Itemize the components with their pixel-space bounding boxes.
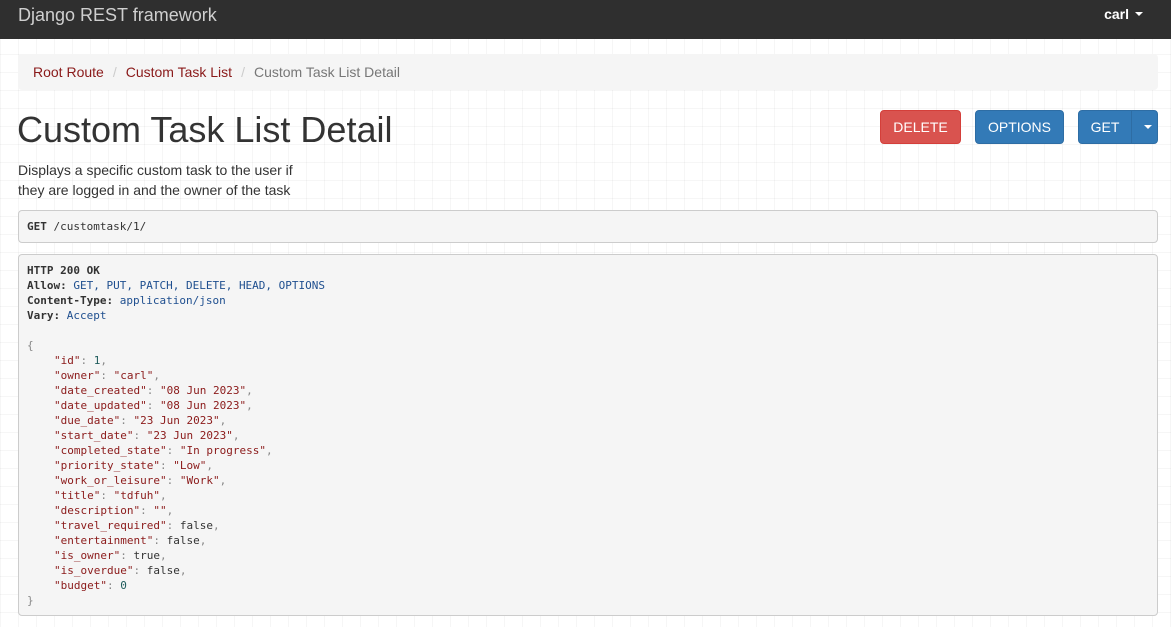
json-key: title: [60, 489, 94, 502]
header-value: Accept: [66, 309, 107, 322]
json-key: budget: [60, 579, 101, 592]
json-field: "is_overdue": false,: [54, 564, 187, 577]
json-field: "title": "tdfuh",: [54, 489, 167, 502]
caret-down-icon: [1135, 12, 1143, 16]
request-path: /customtask/1/: [53, 220, 147, 233]
json-key: id: [60, 354, 74, 367]
description-line: they are logged in and the owner of the …: [18, 182, 291, 198]
json-key: date_updated: [60, 399, 141, 412]
response-headers: Allow: GET, PUT, PATCH, DELETE, HEAD, OP…: [27, 278, 1157, 323]
json-value: carl: [120, 369, 147, 382]
request-info: GET /customtask/1/: [18, 210, 1158, 243]
options-button[interactable]: OPTIONS: [975, 110, 1064, 144]
breadcrumb-active: Custom Task List Detail: [253, 64, 400, 80]
json-close-brace: }: [27, 594, 34, 607]
json-key: travel_required: [60, 519, 160, 532]
json-value: false: [179, 519, 213, 532]
json-value: false: [166, 534, 200, 547]
json-field: "entertainment": false,: [54, 534, 207, 547]
json-value: true: [133, 549, 160, 562]
breadcrumb-separator: /: [112, 64, 117, 80]
json-value: In progress: [186, 444, 260, 457]
json-key: is_overdue: [60, 564, 127, 577]
json-field: "work_or_leisure": "Work",: [54, 474, 227, 487]
json-field: "priority_state": "Low",: [54, 459, 213, 472]
page-description: Displays a specific custom task to the u…: [18, 160, 318, 200]
json-value: false: [146, 564, 180, 577]
json-key: date_created: [60, 384, 141, 397]
header-value: application/json: [119, 294, 226, 307]
json-key: priority_state: [60, 459, 154, 472]
json-value: Work: [186, 474, 213, 487]
json-value: tdfuh: [120, 489, 154, 502]
json-open-brace: {: [27, 339, 34, 352]
json-key: start_date: [60, 429, 127, 442]
json-field: "description": "",: [54, 504, 174, 517]
json-value: 08 Jun 2023: [166, 384, 240, 397]
response-status: HTTP 200 OK: [27, 264, 100, 277]
breadcrumb-custom-task-list[interactable]: Custom Task List: [126, 64, 232, 80]
json-value: 23 Jun 2023: [153, 429, 227, 442]
breadcrumb: Root Route / Custom Task List / Custom T…: [18, 54, 1158, 90]
json-field: "id": 1,: [54, 354, 107, 367]
header-key: Content-Type: [27, 294, 107, 307]
json-key: owner: [60, 369, 94, 382]
header-key: Vary: [27, 309, 54, 322]
json-field: "is_owner": true,: [54, 549, 167, 562]
json-value: 0: [120, 579, 127, 592]
breadcrumb-root-route[interactable]: Root Route: [33, 64, 104, 80]
json-key: work_or_leisure: [60, 474, 160, 487]
json-key: description: [60, 504, 134, 517]
json-value: 23 Jun 2023: [140, 414, 213, 427]
json-field: "date_updated": "08 Jun 2023",: [54, 399, 253, 412]
json-key: completed_state: [60, 444, 160, 457]
json-field: "completed_state": "In progress",: [54, 444, 273, 457]
breadcrumb-separator: /: [241, 64, 245, 80]
json-value: 08 Jun 2023: [166, 399, 240, 412]
description-line: Displays a specific custom task to the u…: [18, 162, 293, 178]
get-format-dropdown-toggle[interactable]: [1131, 110, 1158, 144]
response-info: HTTP 200 OK Allow: GET, PUT, PATCH, DELE…: [18, 254, 1158, 616]
caret-down-icon: [1143, 125, 1152, 129]
user-name: carl: [1104, 6, 1129, 22]
json-field: "due_date": "23 Jun 2023",: [54, 414, 227, 427]
delete-button[interactable]: DELETE: [880, 110, 961, 144]
navbar: Django REST framework carl: [0, 0, 1171, 39]
page-title: Custom Task List Detail: [17, 109, 393, 150]
json-field: "start_date": "23 Jun 2023",: [54, 429, 240, 442]
json-field: "budget": 0: [54, 579, 127, 592]
user-menu-dropdown[interactable]: carl: [1104, 6, 1143, 22]
header-value: GET, PUT, PATCH, DELETE, HEAD, OPTIONS: [73, 279, 326, 292]
response-header: Allow: GET, PUT, PATCH, DELETE, HEAD, OP…: [27, 279, 326, 292]
response-body: "id": 1, "owner": "carl", "date_created": …: [27, 353, 1157, 593]
request-method: GET: [27, 220, 47, 233]
response-header: Content-Type: application/json: [27, 294, 226, 307]
json-field: "owner": "carl",: [54, 369, 160, 382]
get-button[interactable]: GET: [1078, 110, 1132, 144]
json-key: due_date: [60, 414, 114, 427]
brand-link[interactable]: Django REST framework: [18, 4, 217, 26]
json-value: Low: [179, 459, 200, 472]
json-field: "travel_required": false,: [54, 519, 220, 532]
response-header: Vary: Accept: [27, 309, 107, 322]
json-field: "date_created": "08 Jun 2023",: [54, 384, 253, 397]
json-key: is_owner: [60, 549, 114, 562]
json-key: entertainment: [60, 534, 147, 547]
header-key: Allow: [27, 279, 61, 292]
